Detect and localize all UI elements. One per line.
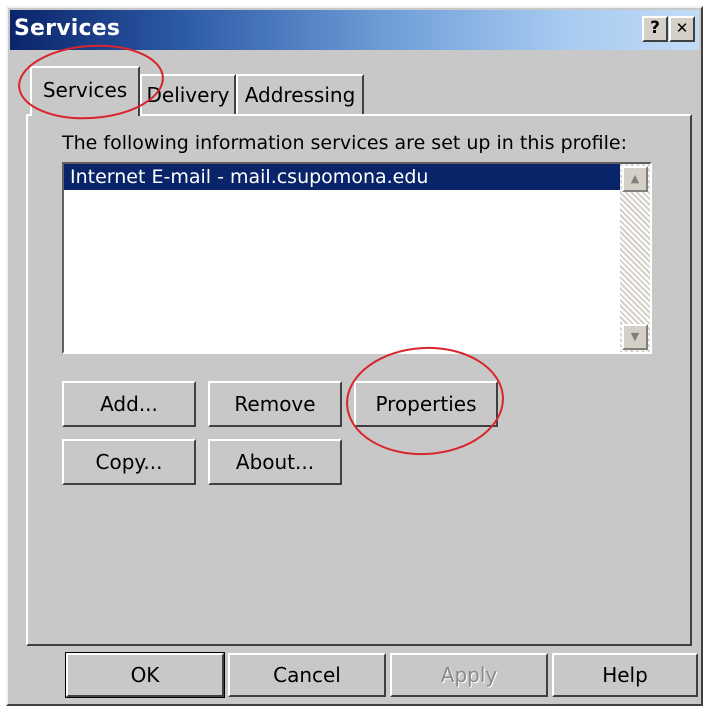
remove-button[interactable]: Remove [208,381,342,427]
tab-addressing[interactable]: Addressing [236,74,364,114]
title-bar[interactable]: Services ? ✕ [10,10,699,50]
ok-button[interactable]: OK [65,652,225,698]
services-info-label: The following information services are s… [62,132,627,154]
vertical-scrollbar[interactable]: ▲ ▼ [620,164,650,352]
properties-button[interactable]: Properties [354,381,498,427]
tab-addressing-label: Addressing [244,83,356,107]
tab-services-label: Services [42,78,128,102]
help-footer-button[interactable]: Help [552,653,698,697]
about-button[interactable]: About... [208,439,342,485]
chevron-up-icon: ▲ [630,172,640,185]
list-item[interactable]: Internet E-mail - mail.csupomona.edu [64,164,620,190]
tab-services[interactable]: Services [30,66,140,116]
cancel-button[interactable]: Cancel [228,653,386,697]
close-icon: ✕ [675,19,689,37]
services-dialog: Services ? ✕ Services Delivery Addressin… [6,6,703,706]
copy-button[interactable]: Copy... [62,439,196,485]
tab-delivery[interactable]: Delivery [140,74,236,114]
services-listbox[interactable]: Internet E-mail - mail.csupomona.edu ▲ ▼ [62,162,652,354]
scroll-down-button[interactable]: ▼ [622,324,648,350]
scroll-up-button[interactable]: ▲ [622,166,648,192]
add-button[interactable]: Add... [62,381,196,427]
help-icon: ? [650,18,660,38]
help-button[interactable]: ? [642,16,668,42]
apply-button[interactable]: Apply [390,653,548,697]
close-button[interactable]: ✕ [669,16,695,42]
tab-delivery-label: Delivery [146,83,230,107]
chevron-down-icon: ▼ [630,330,640,343]
window-title: Services [14,16,121,41]
